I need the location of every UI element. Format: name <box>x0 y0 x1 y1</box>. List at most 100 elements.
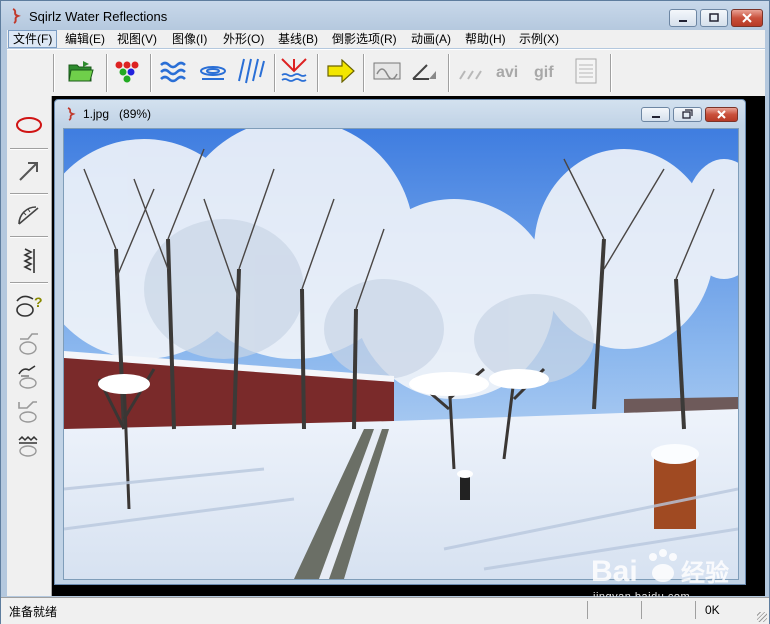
close-icon <box>717 110 726 119</box>
status-text: 准备就绪 <box>9 605 58 619</box>
maximize-icon <box>709 13 719 22</box>
protractor-tool[interactable] <box>11 200 47 230</box>
main-window: Sqirlz Water Reflections 文件(F) 编辑(E) 视图(… <box>0 0 770 624</box>
document-maximize-button[interactable] <box>673 107 702 122</box>
texture-button[interactable] <box>371 55 403 87</box>
toolbar-separator <box>448 54 450 92</box>
shape-tool-3[interactable] <box>11 396 47 426</box>
shape-icon-3 <box>18 401 37 423</box>
toolbar-separator <box>106 54 108 92</box>
shape-help-tool[interactable]: ? <box>11 290 47 320</box>
reflection-icon <box>281 58 307 82</box>
color-dots-icon <box>115 61 139 83</box>
toolbar-separator <box>150 54 152 92</box>
shape-help-icon: ? <box>16 294 43 317</box>
document-minimize-button[interactable] <box>641 107 670 122</box>
app-icon <box>12 8 21 24</box>
resize-grip[interactable] <box>757 612 767 622</box>
menu-baseline[interactable]: 基线(B) <box>274 31 322 47</box>
zigzag-icon <box>23 248 35 273</box>
menu-help[interactable]: 帮助(H) <box>461 31 510 47</box>
ripple-button[interactable] <box>197 55 229 87</box>
status-cell-divider <box>587 601 588 619</box>
menu-reflection-options[interactable]: 倒影选项(R) <box>328 31 401 47</box>
document-title: 1.jpg (89%) <box>83 107 152 121</box>
minimize-icon <box>679 20 687 22</box>
avi-icon: avi <box>496 64 518 81</box>
lines-disabled-icon <box>459 70 482 80</box>
toolbar-separator <box>53 54 55 92</box>
menu-examples[interactable]: 示例(X) <box>515 31 563 47</box>
toolbar: avi gif <box>7 49 765 98</box>
gif-label: gif <box>534 64 554 81</box>
sidebar-separator <box>10 282 48 284</box>
avi-label: avi <box>496 64 518 81</box>
toolbar-separator <box>610 54 612 92</box>
document-button <box>570 55 602 87</box>
svg-text:Bai: Bai <box>591 555 638 588</box>
avi-button: avi <box>494 55 526 87</box>
water-button[interactable] <box>158 55 190 87</box>
shape-tool-4[interactable] <box>11 430 47 460</box>
angle-icon <box>412 64 436 80</box>
shape-icon-1 <box>19 333 38 355</box>
document-app-icon <box>67 107 76 121</box>
shape-icon-2 <box>18 365 37 389</box>
toolbar-separator <box>317 54 319 92</box>
shape-icon-4 <box>18 435 38 457</box>
restore-icon <box>682 109 693 119</box>
arrow-right-icon <box>327 59 355 83</box>
close-button[interactable] <box>731 9 763 27</box>
status-cell-divider <box>695 601 696 619</box>
ripple-icon <box>200 66 226 80</box>
menu-view[interactable]: 视图(V) <box>113 31 161 47</box>
image-canvas[interactable] <box>63 128 739 580</box>
document-close-button[interactable] <box>705 107 738 122</box>
status-right: 0K <box>705 603 720 617</box>
window-title: Sqirlz Water Reflections <box>29 9 168 24</box>
snow-scene-photo <box>64 129 738 579</box>
close-icon <box>742 13 752 23</box>
rain-button[interactable] <box>235 55 267 87</box>
menu-animation[interactable]: 动画(A) <box>407 31 455 47</box>
texture-icon <box>373 62 401 80</box>
angle-button[interactable] <box>409 55 441 87</box>
toolbar-separator <box>274 54 276 92</box>
document-window[interactable]: 1.jpg (89%) <box>54 99 746 585</box>
tool-sidebar: ? <box>7 96 52 596</box>
open-button[interactable] <box>65 55 97 87</box>
shape-tool-2[interactable] <box>11 362 47 392</box>
minimize-icon <box>652 116 660 118</box>
help-mark: ? <box>34 294 43 310</box>
rain-icon <box>238 58 265 84</box>
arrow-diagonal-icon <box>19 162 38 181</box>
menu-edit[interactable]: 编辑(E) <box>61 31 109 47</box>
ellipse-icon <box>16 117 42 133</box>
reflection-button[interactable] <box>278 55 310 87</box>
gif-icon: gif <box>534 64 554 81</box>
shape-tool-1[interactable] <box>11 328 47 358</box>
menu-file[interactable]: 文件(F) <box>8 30 58 48</box>
status-bar: 准备就绪 0K <box>1 597 769 624</box>
go-button[interactable] <box>325 55 357 87</box>
gif-button: gif <box>532 55 564 87</box>
maximize-button[interactable] <box>700 9 728 27</box>
lines-button <box>455 55 487 87</box>
zigzag-tool[interactable] <box>11 246 47 276</box>
sidebar-separator <box>10 148 48 150</box>
ellipse-tool[interactable] <box>11 110 47 140</box>
menu-image[interactable]: 图像(I) <box>168 31 211 47</box>
title-bar[interactable]: Sqirlz Water Reflections <box>1 1 769 31</box>
open-folder-icon <box>68 61 94 82</box>
sidebar-separator <box>10 236 48 238</box>
menu-bar: 文件(F) 编辑(E) 视图(V) 图像(I) 外形(O) 基线(B) 倒影选项… <box>7 30 765 48</box>
document-icon <box>575 58 597 84</box>
protractor-icon <box>18 206 39 225</box>
arrow-tool[interactable] <box>11 156 47 186</box>
menu-shape[interactable]: 外形(O) <box>219 31 268 47</box>
minimize-button[interactable] <box>669 9 697 27</box>
colors-button[interactable] <box>111 55 143 87</box>
water-waves-icon <box>160 61 186 83</box>
status-cell-divider <box>641 601 642 619</box>
toolbar-separator <box>363 54 365 92</box>
